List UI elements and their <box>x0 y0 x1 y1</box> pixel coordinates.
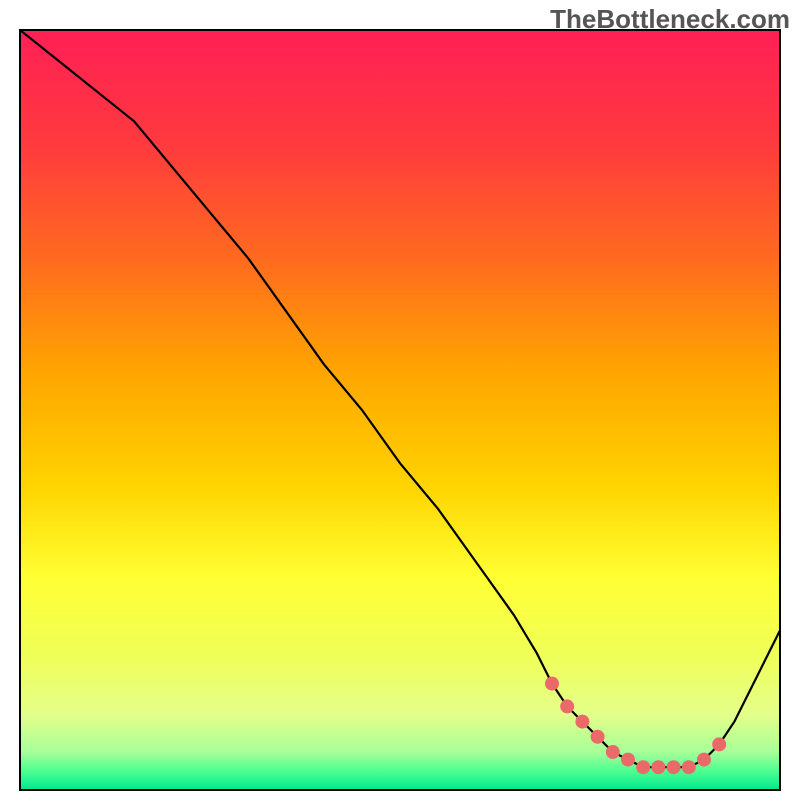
marker-point <box>636 760 650 774</box>
marker-point <box>545 677 559 691</box>
chart-background-gradient <box>20 30 780 790</box>
marker-point <box>712 737 726 751</box>
marker-point <box>591 730 605 744</box>
marker-point <box>682 760 696 774</box>
marker-point <box>560 699 574 713</box>
marker-point <box>606 745 620 759</box>
marker-point <box>575 715 589 729</box>
watermark-text: TheBottleneck.com <box>550 4 790 35</box>
chart-canvas <box>0 0 800 800</box>
marker-point <box>651 760 665 774</box>
marker-point <box>697 753 711 767</box>
marker-point <box>621 753 635 767</box>
marker-point <box>667 760 681 774</box>
